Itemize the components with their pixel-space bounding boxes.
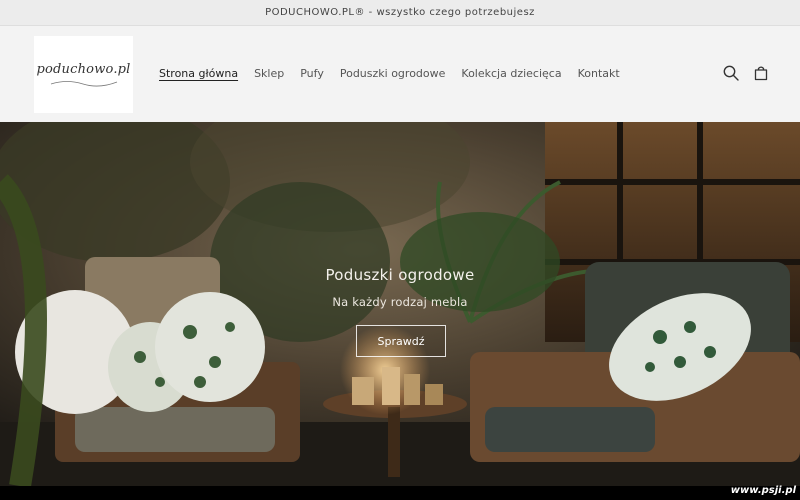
announcement-text: PODUCHOWO.PL® - wszystko czego potrzebuj…: [265, 7, 535, 18]
hero-subtitle: Na każdy rodzaj mebla: [332, 295, 468, 309]
announcement-bar: PODUCHOWO.PL® - wszystko czego potrzebuj…: [0, 0, 800, 26]
bottom-bar: [0, 486, 800, 500]
site-header: poduchowo.pl Strona główna Sklep Pufy Po…: [0, 26, 800, 122]
logo-text: poduchowo.pl: [36, 61, 131, 77]
hero-banner: Poduszki ogrodowe Na każdy rodzaj mebla …: [0, 122, 800, 486]
hero-text-block: Poduszki ogrodowe Na każdy rodzaj mebla: [0, 266, 800, 309]
logo-swash-icon: [50, 80, 117, 86]
nav-item-home[interactable]: Strona główna: [159, 67, 238, 80]
search-icon[interactable]: [722, 64, 740, 82]
nav-item-shop[interactable]: Sklep: [254, 67, 284, 80]
hero-cta-button[interactable]: Sprawdź: [356, 325, 446, 357]
hero-title: Poduszki ogrodowe: [325, 266, 475, 284]
main-nav: Strona główna Sklep Pufy Poduszki ogrodo…: [159, 67, 620, 80]
cart-icon[interactable]: [752, 64, 770, 82]
nav-item-kids-collection[interactable]: Kolekcja dziecięca: [461, 67, 561, 80]
nav-item-garden-cushions[interactable]: Poduszki ogrodowe: [340, 67, 446, 80]
watermark: www.psji.pl: [730, 485, 796, 496]
nav-item-poufs[interactable]: Pufy: [300, 67, 324, 80]
logo[interactable]: poduchowo.pl: [34, 36, 133, 113]
nav-item-contact[interactable]: Kontakt: [578, 67, 620, 80]
